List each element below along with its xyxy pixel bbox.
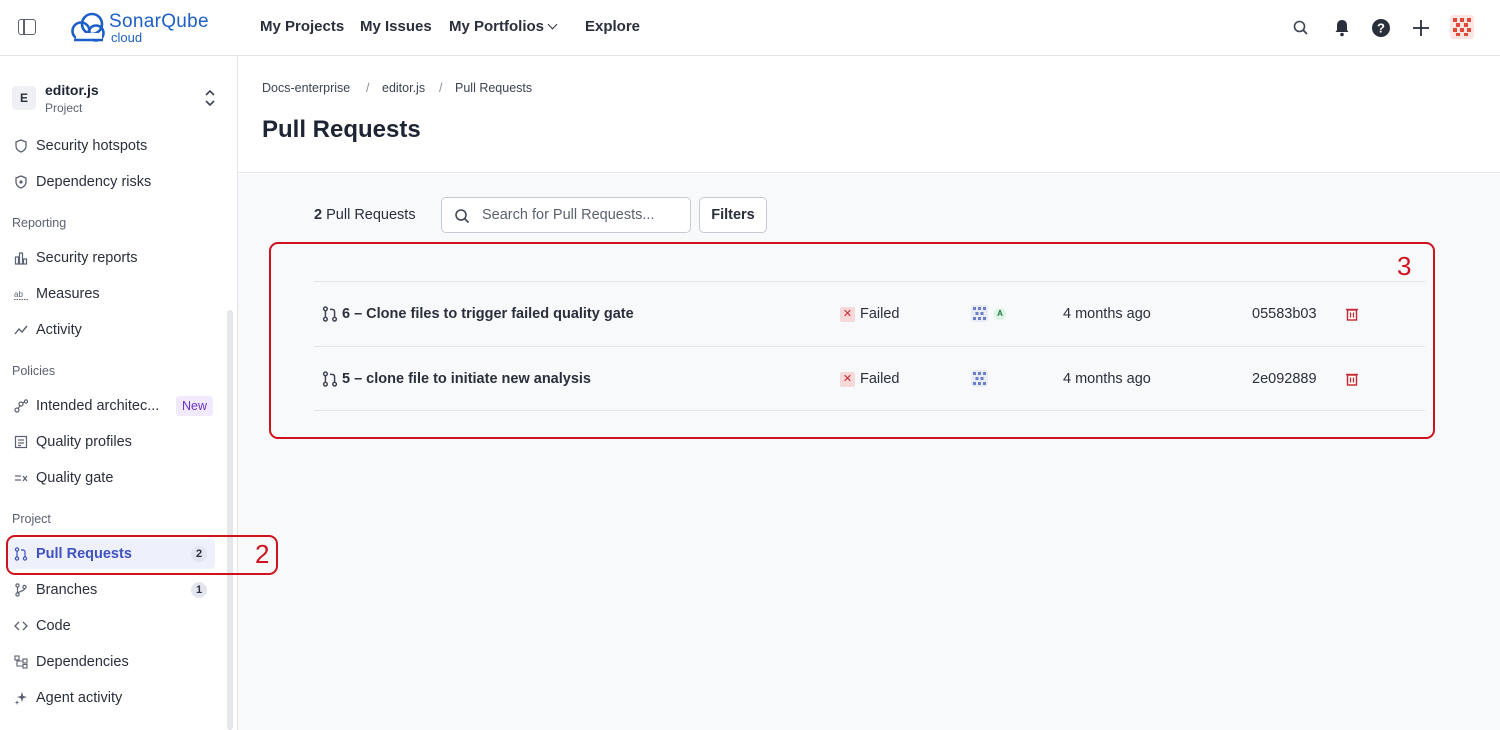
sidebar-item-measures[interactable]: ab Measures xyxy=(6,279,215,309)
sidebar-item-label: Dependency risks xyxy=(36,174,152,190)
sidebar-item-label: Agent activity xyxy=(36,690,123,706)
sidebar-item-label: Quality profiles xyxy=(36,434,132,450)
logo-subtitle: cloud xyxy=(111,30,143,45)
pull-request-count: 2 Pull Requests xyxy=(314,207,416,223)
sidebar-item-quality-profiles[interactable]: Quality profiles xyxy=(6,427,215,457)
project-sidebar: E editor.js Project Security hotspots De… xyxy=(0,56,238,730)
activity-icon xyxy=(14,325,28,335)
architecture-icon xyxy=(14,399,28,413)
sidebar-item-label: Branches xyxy=(36,582,98,598)
help-icon[interactable]: ? xyxy=(1370,17,1392,39)
measures-icon: ab xyxy=(14,290,28,300)
sidebar-scrollbar[interactable] xyxy=(227,310,233,730)
user-avatar[interactable] xyxy=(1450,15,1474,39)
annotation-box xyxy=(6,535,278,575)
nav-explore[interactable]: Explore xyxy=(585,18,640,35)
search-icon[interactable] xyxy=(1290,17,1312,39)
annotation-number: 2 xyxy=(255,539,270,569)
chevron-down-icon[interactable] xyxy=(547,19,558,30)
sparkle-icon xyxy=(14,692,27,705)
page-header: Docs-enterprise / editor.js / Pull Reque… xyxy=(238,56,1500,173)
annotation-number: 3 xyxy=(1397,251,1412,281)
nav-my-issues[interactable]: My Issues xyxy=(360,18,432,35)
sidebar-item-branches[interactable]: Branches 1 xyxy=(6,575,215,605)
sidebar-item-label: Activity xyxy=(36,322,82,338)
sidebar-item-label: Measures xyxy=(36,286,100,302)
bar-chart-icon xyxy=(14,252,28,265)
dependency-risk-icon xyxy=(15,175,27,189)
nav-my-portfolios[interactable]: My Portfolios xyxy=(449,18,544,35)
pull-request-count-label: Pull Requests xyxy=(326,207,416,223)
code-icon xyxy=(14,621,28,631)
sidebar-toggle-icon[interactable] xyxy=(18,19,36,35)
project-type: Project xyxy=(45,101,83,115)
sidebar-item-activity[interactable]: Activity xyxy=(6,315,215,345)
quality-gate-icon xyxy=(15,475,28,482)
sidebar-item-dependencies[interactable]: Dependencies xyxy=(6,647,215,677)
quality-profile-icon xyxy=(14,435,28,449)
breadcrumb-organization[interactable]: Docs-enterprise xyxy=(262,81,350,95)
sidebar-item-label: Intended architec... xyxy=(36,398,160,414)
sidebar-item-label: Code xyxy=(36,618,71,634)
annotation-box xyxy=(269,242,1435,439)
branch-icon xyxy=(15,583,27,597)
project-name[interactable]: editor.js xyxy=(45,82,99,98)
dependencies-icon xyxy=(14,655,28,669)
sidebar-item-label: Quality gate xyxy=(36,470,114,486)
breadcrumb-separator: / xyxy=(439,81,443,95)
section-heading-reporting: Reporting xyxy=(12,216,67,230)
project-avatar: E xyxy=(12,86,36,110)
sidebar-item-security-reports[interactable]: Security reports xyxy=(6,243,215,273)
breadcrumb-current: Pull Requests xyxy=(455,81,533,95)
breadcrumb-separator: / xyxy=(366,81,370,95)
sidebar-item-quality-gate[interactable]: Quality gate xyxy=(6,463,215,493)
count-badge: 1 xyxy=(191,582,207,598)
sidebar-item-label: Security reports xyxy=(36,250,138,266)
chevron-up-down-icon[interactable] xyxy=(204,89,216,107)
sonarqube-logo[interactable]: SonarQube cloud xyxy=(70,10,220,46)
sidebar-item-code[interactable]: Code xyxy=(6,611,215,641)
sidebar-item-label: Security hotspots xyxy=(36,138,148,154)
pull-request-count-number: 2 xyxy=(314,207,323,223)
sidebar-item-label: Dependencies xyxy=(36,654,129,670)
section-heading-policies: Policies xyxy=(12,364,56,378)
svg-text:ab: ab xyxy=(14,290,23,299)
section-heading-project: Project xyxy=(12,512,51,526)
sidebar-item-security-hotspots[interactable]: Security hotspots xyxy=(6,131,215,161)
search-icon xyxy=(455,209,470,224)
svg-text:?: ? xyxy=(1377,21,1385,36)
bell-icon[interactable] xyxy=(1331,17,1353,39)
cloud-logo-icon xyxy=(71,12,105,42)
search-placeholder: Search for Pull Requests... xyxy=(482,207,655,223)
top-bar: SonarQube cloud My Projects My Issues My… xyxy=(0,0,1500,56)
sidebar-item-intended-architecture[interactable]: Intended architec... New xyxy=(6,391,215,421)
new-badge: New xyxy=(176,396,214,416)
breadcrumb-project[interactable]: editor.js xyxy=(382,81,425,95)
search-input[interactable]: Search for Pull Requests... xyxy=(441,197,691,233)
sidebar-item-agent-activity[interactable]: Agent activity xyxy=(6,683,215,713)
plus-icon[interactable] xyxy=(1410,17,1432,39)
page-title: Pull Requests xyxy=(262,116,421,143)
nav-my-projects[interactable]: My Projects xyxy=(260,18,344,35)
filters-button[interactable]: Filters xyxy=(699,197,767,233)
sidebar-item-dependency-risks[interactable]: Dependency risks xyxy=(6,167,215,197)
shield-icon xyxy=(15,139,27,153)
